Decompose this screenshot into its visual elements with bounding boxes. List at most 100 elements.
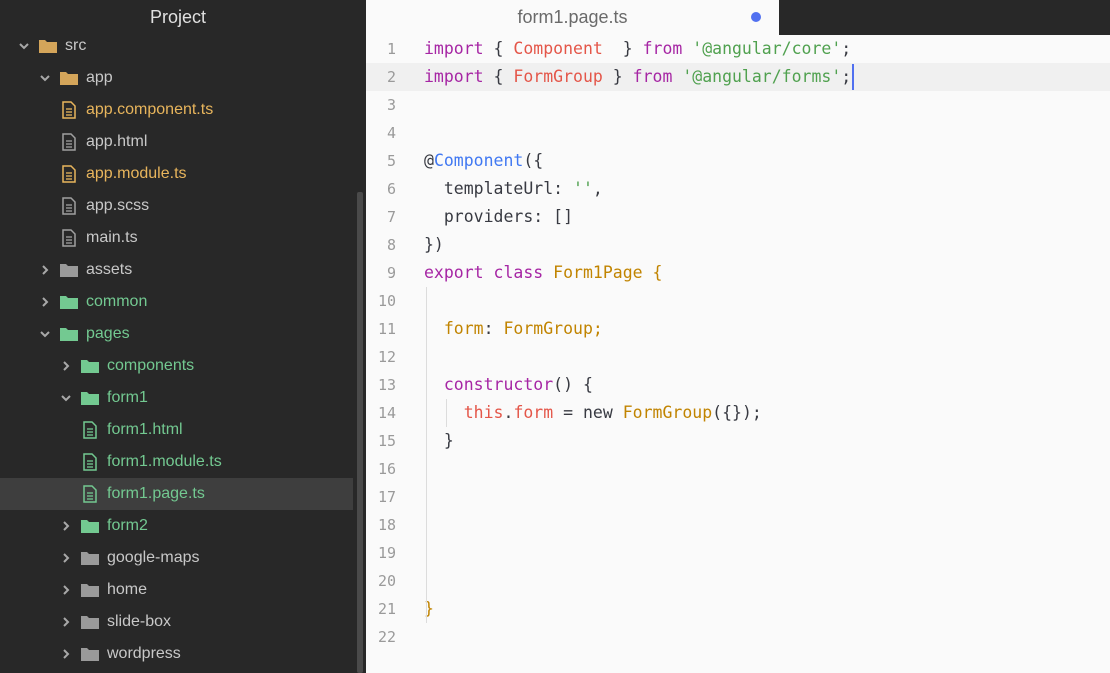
tree-folder-form2[interactable]: form2 <box>0 510 353 542</box>
chevron-right-icon[interactable] <box>59 583 73 597</box>
code-line[interactable]: 8}) <box>366 231 1110 259</box>
chevron-right-icon[interactable] <box>59 615 73 629</box>
chevron-down-icon[interactable] <box>17 39 31 53</box>
folder-icon <box>59 261 79 279</box>
chevron-right-icon[interactable] <box>38 295 52 309</box>
tree-folder-form1[interactable]: form1 <box>0 382 353 414</box>
code-token: constructor <box>443 375 554 394</box>
chevron-down-icon[interactable] <box>38 71 52 85</box>
line-number: 18 <box>377 516 396 534</box>
folder-icon <box>80 549 100 567</box>
code-token: providers: [] <box>424 207 574 226</box>
code-line[interactable]: 5 @Component({ <box>366 147 1110 175</box>
line-number: 16 <box>377 460 396 478</box>
code-text: templateUrl: '', <box>424 175 603 203</box>
code-line[interactable]: 13 constructor() { <box>366 371 1110 399</box>
folder-icon <box>80 357 100 375</box>
chevron-right-icon[interactable] <box>38 263 52 277</box>
folder-icon <box>80 389 100 407</box>
code-token: '' <box>573 179 593 198</box>
file-icon <box>59 197 79 215</box>
code-token: export <box>424 263 484 282</box>
text-cursor <box>851 64 854 90</box>
tree-file-app-component-ts[interactable]: app.component.ts <box>0 94 353 126</box>
tree-item-label: pages <box>86 325 130 342</box>
code-line[interactable]: 15 } <box>366 427 1110 455</box>
code-line[interactable]: 11 form: FormGroup; <box>366 315 1110 343</box>
tree-folder-slide-box[interactable]: slide-box <box>0 606 353 638</box>
code-token: import <box>424 39 484 58</box>
code-line[interactable]: 12 <box>366 343 1110 371</box>
chevron-right-icon[interactable] <box>59 519 73 533</box>
tree-file-form1-module-ts[interactable]: form1.module.ts <box>0 446 353 478</box>
tree-item-label: form1 <box>107 389 148 406</box>
tree-item-label: assets <box>86 261 133 278</box>
chevron-right-icon[interactable] <box>59 551 73 565</box>
sidebar-scrollbar[interactable] <box>357 192 363 673</box>
code-token: : <box>483 319 504 338</box>
tree-item-label: google-maps <box>107 549 200 566</box>
line-number: 3 <box>386 96 396 114</box>
code-text: providers: [] <box>424 203 573 231</box>
code-token: { <box>652 263 663 282</box>
tab-form1-page-ts[interactable]: form1.page.ts <box>366 0 779 35</box>
modified-dot-icon[interactable] <box>751 12 761 22</box>
code-line[interactable]: 7 providers: [] <box>366 203 1110 231</box>
chevron-down-icon[interactable] <box>38 327 52 341</box>
code-line[interactable]: 20 <box>366 567 1110 595</box>
code-token: . <box>503 403 514 422</box>
chevron-down-icon[interactable] <box>59 391 73 405</box>
sidebar-title: Project <box>149 7 207 27</box>
tree-folder-components[interactable]: components <box>0 350 353 382</box>
code-line[interactable]: 17 <box>366 483 1110 511</box>
code-token: ; <box>841 39 852 58</box>
code-line[interactable]: 19 <box>366 539 1110 567</box>
code-text: }) <box>424 231 444 259</box>
tree-folder-assets[interactable]: assets <box>0 254 353 286</box>
tree-file-main-ts[interactable]: main.ts <box>0 222 353 254</box>
line-number: 4 <box>386 124 396 142</box>
line-number: 20 <box>377 572 396 590</box>
tree-folder-home[interactable]: home <box>0 574 353 606</box>
code-line[interactable]: 18 <box>366 511 1110 539</box>
tree-file-form1-html[interactable]: form1.html <box>0 414 353 446</box>
code-line[interactable]: 22 <box>366 623 1110 651</box>
folder-icon <box>80 613 100 631</box>
tree-folder-wordpress[interactable]: wordpress <box>0 638 353 670</box>
code-line[interactable]: 10 <box>366 287 1110 315</box>
code-token: FormGroup; <box>503 319 603 338</box>
chevron-right-icon[interactable] <box>59 359 73 373</box>
tree-item-label: form2 <box>107 517 148 534</box>
tree-item-label: main.ts <box>86 229 138 246</box>
code-text: @Component({ <box>424 147 543 175</box>
code-token: FormGroup <box>513 67 603 86</box>
code-editor[interactable]: 1 import { Component } from '@angular/cor… <box>366 35 1110 673</box>
tree-file-app-html[interactable]: app.html <box>0 126 353 158</box>
folder-icon <box>59 69 79 87</box>
code-line[interactable]: 3 <box>366 91 1110 119</box>
code-text: export class Form1Page { <box>424 259 662 287</box>
line-number: 17 <box>377 488 396 506</box>
code-line[interactable]: 21} <box>366 595 1110 623</box>
tree-folder-common[interactable]: common <box>0 286 353 318</box>
line-number: 12 <box>377 348 396 366</box>
code-line[interactable]: 4 <box>366 119 1110 147</box>
tree-file-app-scss[interactable]: app.scss <box>0 190 353 222</box>
code-line[interactable]: 2 import { FormGroup } from '@angular/for… <box>366 63 1110 91</box>
code-line[interactable]: 6 templateUrl: '', <box>366 175 1110 203</box>
tree-folder-google-maps[interactable]: google-maps <box>0 542 353 574</box>
code-token: ({ <box>523 151 544 170</box>
tree-folder-src[interactable]: src <box>0 30 353 62</box>
tree-item-label: src <box>65 37 87 54</box>
code-line[interactable]: 14 this.form = new FormGroup({}); <box>366 399 1110 427</box>
code-line[interactable]: 1 import { Component } from '@angular/cor… <box>366 35 1110 63</box>
tree-folder-pages[interactable]: pages <box>0 318 353 350</box>
tree-folder-app[interactable]: app <box>0 62 353 94</box>
code-line[interactable]: 9 export class Form1Page { <box>366 259 1110 287</box>
tree-file-form1-page-ts[interactable]: form1.page.ts <box>0 478 353 510</box>
chevron-right-icon[interactable] <box>59 647 73 661</box>
tree-item-label: wordpress <box>107 645 181 662</box>
tree-file-app-module-ts[interactable]: app.module.ts <box>0 158 353 190</box>
code-line[interactable]: 16 <box>366 455 1110 483</box>
